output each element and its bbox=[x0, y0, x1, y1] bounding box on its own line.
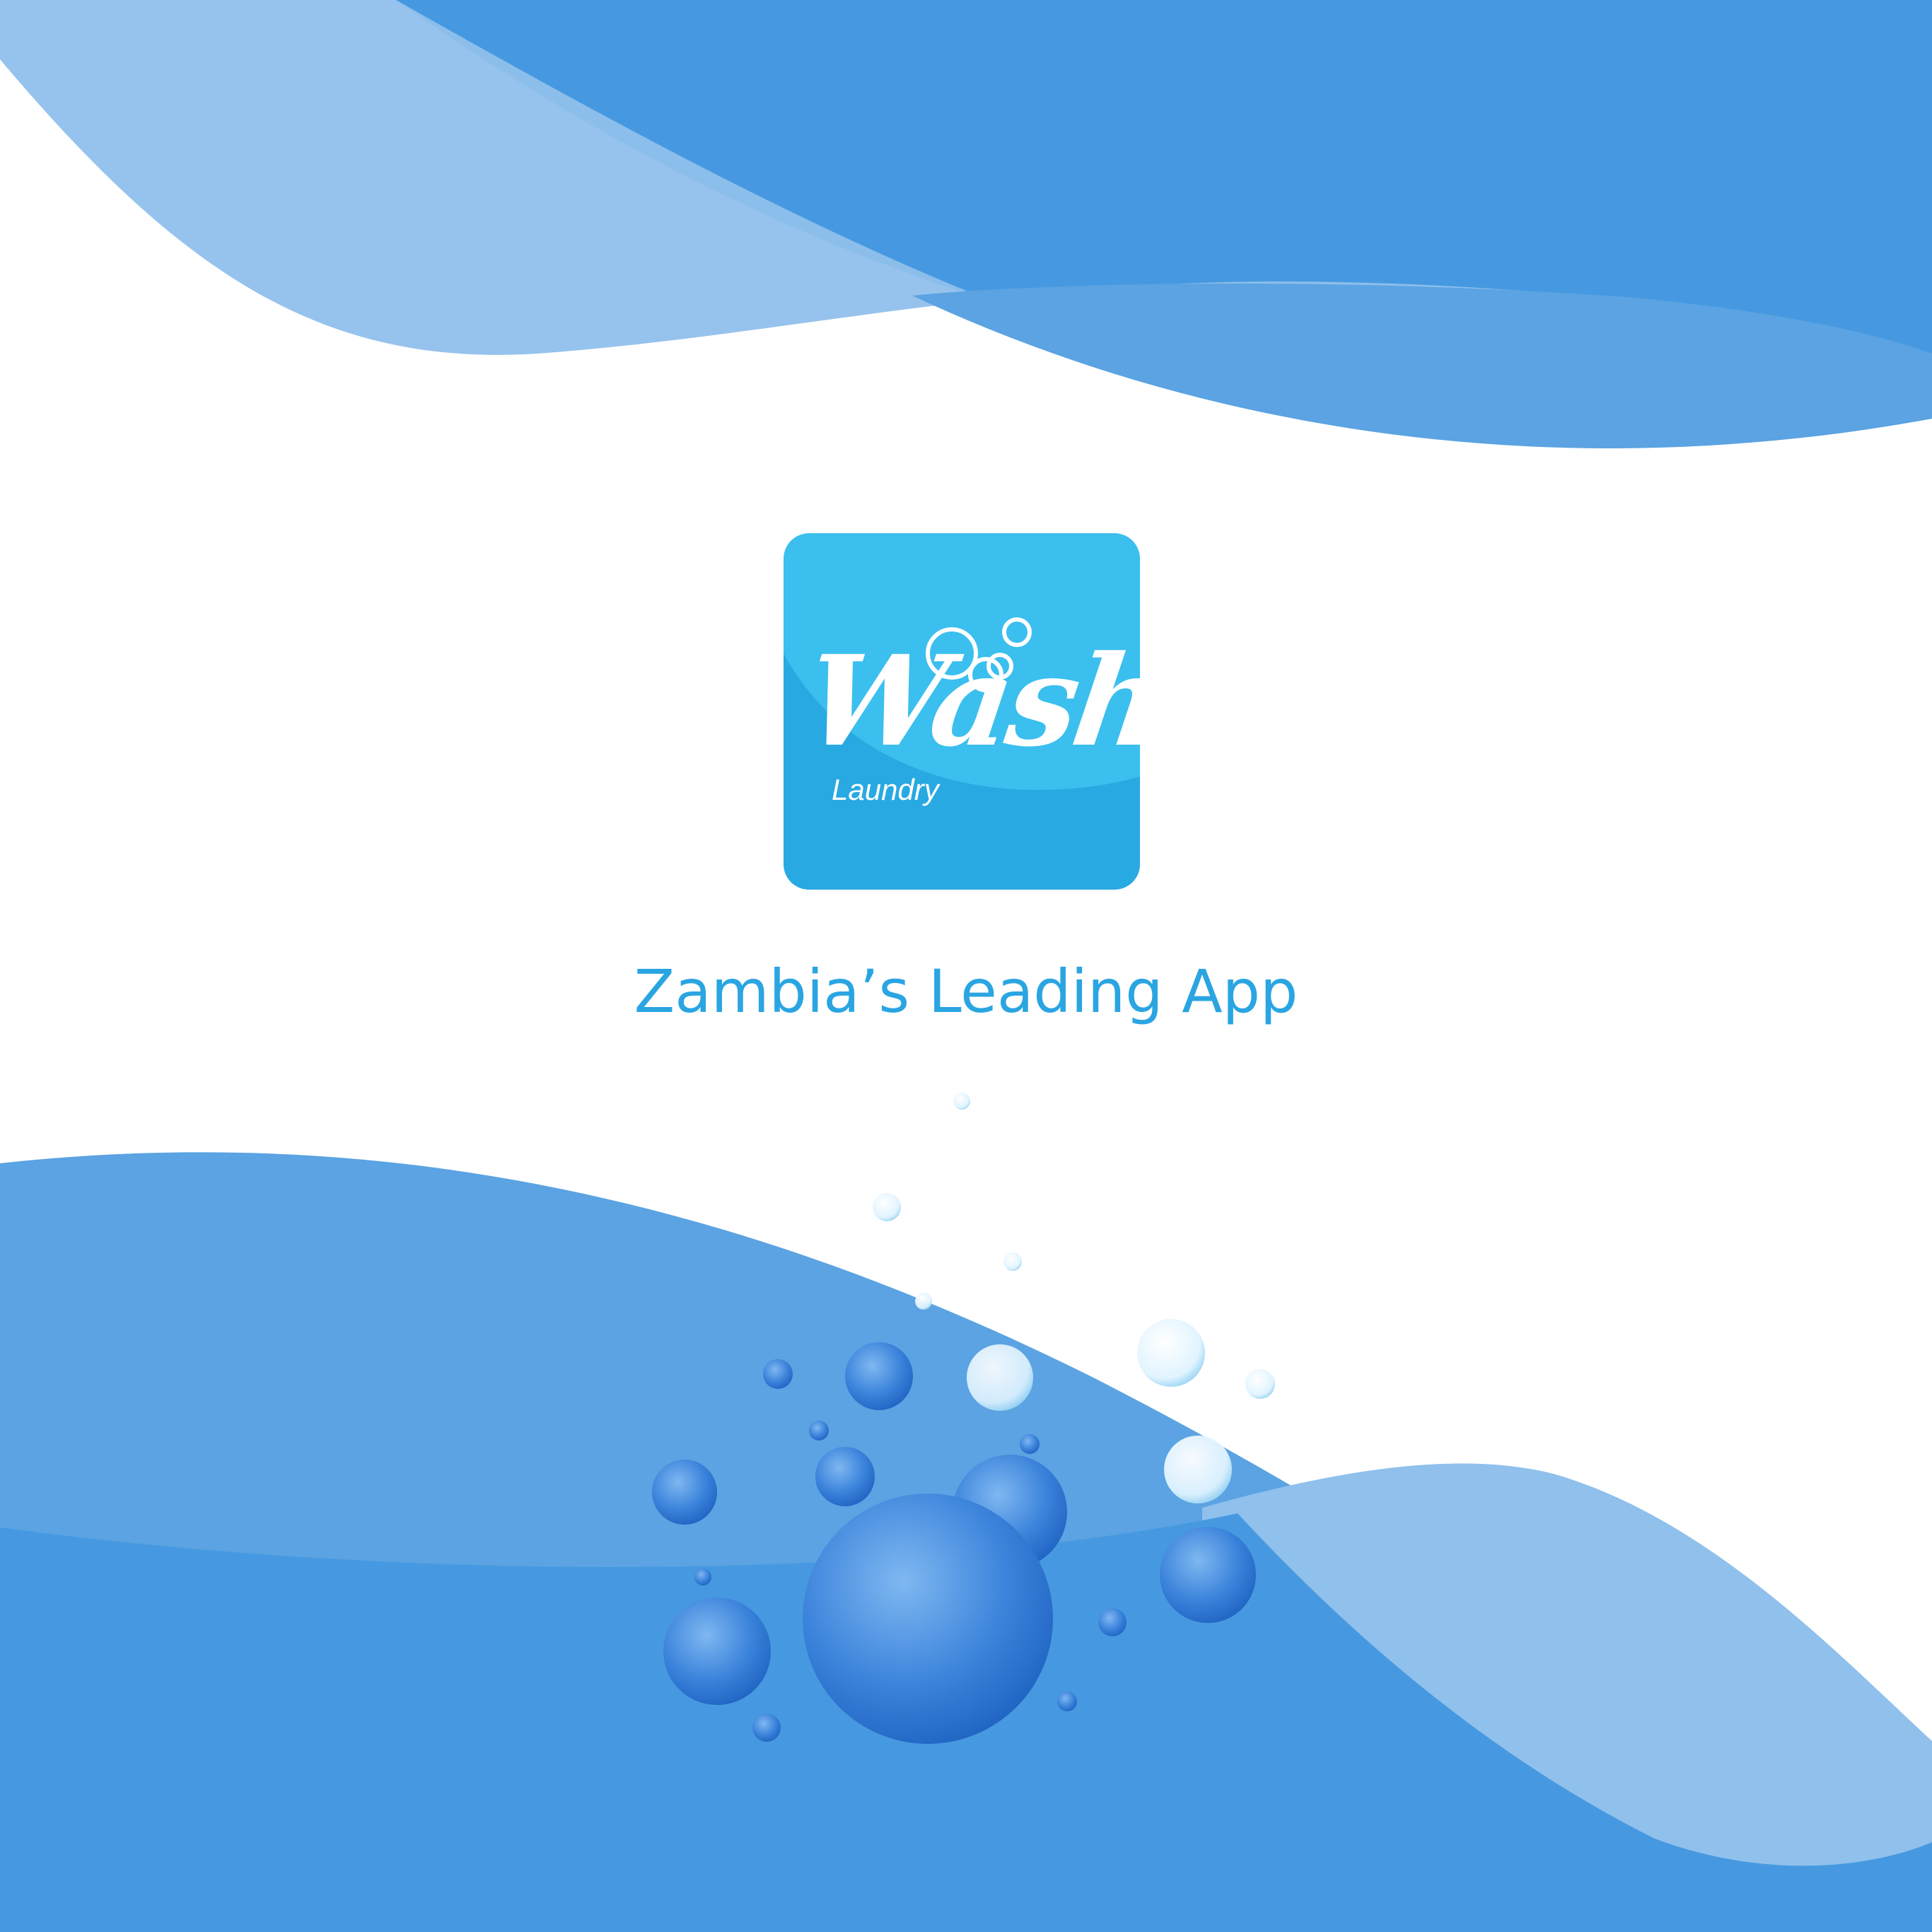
bubble bbox=[915, 1293, 932, 1310]
splash-screen: Wash Laundry Zambia’s Leading App bbox=[0, 0, 1932, 1932]
bubble bbox=[652, 1460, 717, 1525]
bubble bbox=[663, 1598, 771, 1705]
bubble bbox=[1137, 1319, 1205, 1387]
bubble bbox=[873, 1193, 901, 1221]
bubble bbox=[1164, 1436, 1232, 1503]
bubble bbox=[809, 1421, 829, 1441]
bubble bbox=[1057, 1692, 1077, 1711]
bubble bbox=[1245, 1369, 1275, 1399]
bubbles-clear bbox=[873, 1093, 1275, 1503]
bubble bbox=[763, 1359, 793, 1389]
bubble bbox=[1160, 1527, 1256, 1623]
bubble bbox=[803, 1494, 1053, 1744]
bubbles-blue bbox=[652, 1342, 1256, 1744]
bubble bbox=[953, 1093, 970, 1110]
decorative-bubble-cluster bbox=[652, 1093, 1275, 1744]
bubble bbox=[1098, 1608, 1127, 1636]
bubble bbox=[1003, 1252, 1022, 1271]
bubble bbox=[752, 1713, 781, 1742]
bubble bbox=[694, 1569, 711, 1585]
bubble bbox=[845, 1342, 913, 1410]
bubble bbox=[967, 1344, 1033, 1411]
bubble bbox=[815, 1447, 875, 1506]
bubble bbox=[1020, 1434, 1040, 1454]
